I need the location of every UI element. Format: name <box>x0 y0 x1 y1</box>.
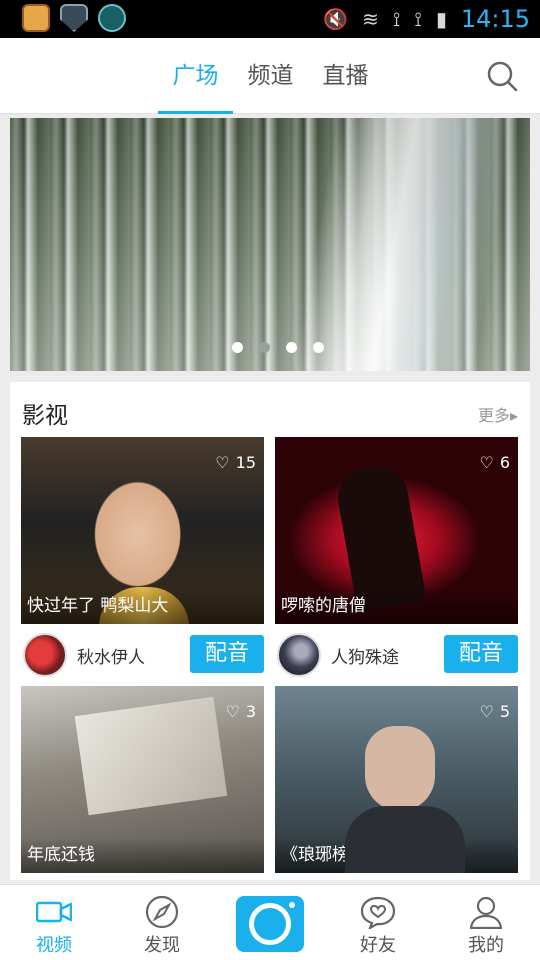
nav-friends[interactable]: 好友 <box>324 885 432 960</box>
like-count: ♡ 5 <box>479 702 510 721</box>
video-caption: 啰嗦的唐僧 <box>275 588 518 624</box>
signal-1-icon: ⟟ <box>392 7 401 31</box>
like-count: ♡ 15 <box>215 453 256 472</box>
mute-icon: 🔇 <box>323 7 349 31</box>
nav-label: 我的 <box>468 935 504 956</box>
top-nav: 广场 频道 直播 <box>0 38 540 114</box>
carousel-dot <box>286 342 297 353</box>
nav-label: 发现 <box>144 935 180 956</box>
video-caption: 年底还钱 <box>21 837 264 873</box>
like-count: ♡ 6 <box>479 453 510 472</box>
dub-button[interactable]: 配音 <box>190 635 264 673</box>
compass-icon <box>145 895 179 929</box>
nav-label: 视频 <box>36 935 72 956</box>
video-caption: 快过年了 鸭梨山大 <box>21 588 264 624</box>
video-thumbnail[interactable]: ♡ 5 《琅琊榜》结局 <box>275 686 518 873</box>
author-name[interactable]: 秋水伊人 <box>77 643 145 668</box>
author-row: 人狗殊途 配音 <box>275 633 518 677</box>
heart-icon: ♡ <box>215 453 230 472</box>
tab-live[interactable]: 直播 <box>308 38 383 114</box>
heart-icon: ♡ <box>479 453 494 472</box>
heart-icon: ♡ <box>225 702 240 721</box>
video-thumbnail[interactable]: ♡ 15 快过年了 鸭梨山大 <box>21 437 264 624</box>
nav-me[interactable]: 我的 <box>432 885 540 960</box>
like-count: ♡ 3 <box>225 702 256 721</box>
battery-icon: ▮ <box>435 7 447 31</box>
banner-image <box>10 118 530 371</box>
clock: 14:15 <box>460 5 530 33</box>
tab-channels[interactable]: 频道 <box>233 38 308 114</box>
friends-chat-icon <box>360 896 396 929</box>
tab-bar: 广场 频道 直播 <box>158 38 383 114</box>
security-app-icon <box>98 4 126 32</box>
carousel-dot <box>313 342 324 353</box>
carousel-dot <box>232 342 243 353</box>
search-icon[interactable] <box>486 60 518 92</box>
record-camera-button[interactable] <box>236 896 304 952</box>
status-bar: 🔇 ≋ ⟟ ⟟ ▮ 14:15 <box>0 0 540 38</box>
app-notification-icon <box>22 4 50 32</box>
movies-section: 影视 更多▸ ♡ 15 快过年了 鸭梨山大 秋水伊人 配音 ♡ 6 啰嗦的唐僧 … <box>10 382 530 880</box>
video-thumbnail[interactable]: ♡ 3 年底还钱 <box>21 686 264 873</box>
more-link[interactable]: 更多▸ <box>478 402 518 426</box>
avatar[interactable] <box>277 633 321 677</box>
section-title: 影视 <box>22 403 68 429</box>
video-caption: 《琅琊榜》结局 <box>275 837 518 873</box>
banner-carousel[interactable] <box>10 118 530 371</box>
carousel-indicator <box>232 342 324 353</box>
wifi-icon: ≋ <box>362 7 379 31</box>
nav-discover[interactable]: 发现 <box>108 885 216 960</box>
author-row: 秋水伊人 配音 <box>21 633 264 677</box>
video-thumbnail[interactable]: ♡ 6 啰嗦的唐僧 <box>275 437 518 624</box>
person-icon <box>469 896 503 929</box>
tab-plaza[interactable]: 广场 <box>158 38 233 114</box>
shield-app-icon <box>60 4 88 32</box>
signal-2-icon: ⟟ <box>414 7 422 31</box>
author-name[interactable]: 人狗殊途 <box>331 643 399 668</box>
avatar[interactable] <box>23 633 67 677</box>
notification-icons <box>22 4 126 32</box>
nav-label: 好友 <box>360 935 396 956</box>
video-icon <box>36 901 72 923</box>
carousel-dot <box>259 342 270 353</box>
dub-button[interactable]: 配音 <box>444 635 518 673</box>
heart-icon: ♡ <box>479 702 494 721</box>
nav-video[interactable]: 视频 <box>0 885 108 960</box>
